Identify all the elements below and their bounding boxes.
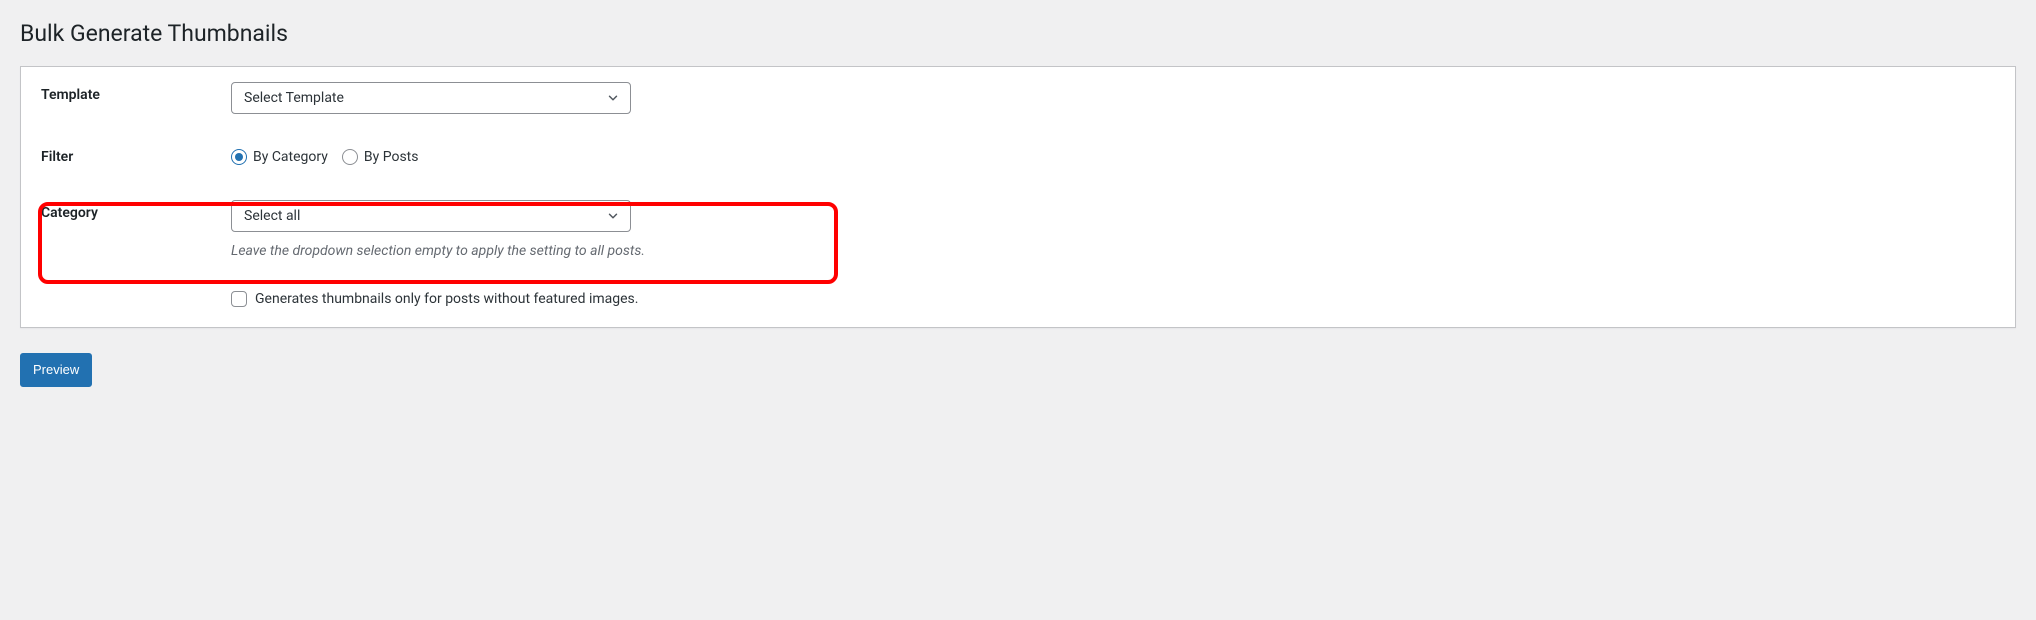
category-row: Category Select all Leave the dropdown s… (21, 185, 2015, 275)
template-select[interactable]: Select Template (231, 82, 631, 114)
chevron-down-icon (606, 209, 620, 223)
radio-icon-checked (231, 149, 247, 165)
preview-button[interactable]: Preview (20, 353, 92, 387)
category-select-value: Select all (244, 201, 300, 231)
category-description: Leave the dropdown selection empty to ap… (231, 242, 2005, 260)
filter-label: Filter (21, 129, 221, 185)
form-container: Template Select Template Filter (20, 66, 2016, 328)
form-table: Template Select Template Filter (21, 67, 2015, 327)
only-without-featured-th (21, 275, 221, 327)
filter-row: Filter By Category By Posts (21, 129, 2015, 185)
checkbox-icon-unchecked (231, 291, 247, 307)
filter-by-posts-label: By Posts (364, 148, 419, 166)
filter-radio-group: By Category By Posts (231, 148, 2005, 166)
template-select-value: Select Template (244, 83, 344, 113)
filter-by-posts-radio[interactable]: By Posts (342, 148, 419, 166)
category-label: Category (21, 185, 221, 275)
template-label: Template (21, 67, 221, 129)
filter-by-category-radio[interactable]: By Category (231, 148, 328, 166)
filter-by-category-label: By Category (253, 148, 328, 166)
template-row: Template Select Template (21, 67, 2015, 129)
only-without-featured-label: Generates thumbnails only for posts with… (255, 290, 638, 308)
only-without-featured-row: Generates thumbnails only for posts with… (21, 275, 2015, 327)
page-title: Bulk Generate Thumbnails (20, 10, 2016, 53)
category-select[interactable]: Select all (231, 200, 631, 232)
chevron-down-icon (606, 91, 620, 105)
only-without-featured-checkbox[interactable]: Generates thumbnails only for posts with… (231, 290, 638, 308)
radio-icon-unchecked (342, 149, 358, 165)
